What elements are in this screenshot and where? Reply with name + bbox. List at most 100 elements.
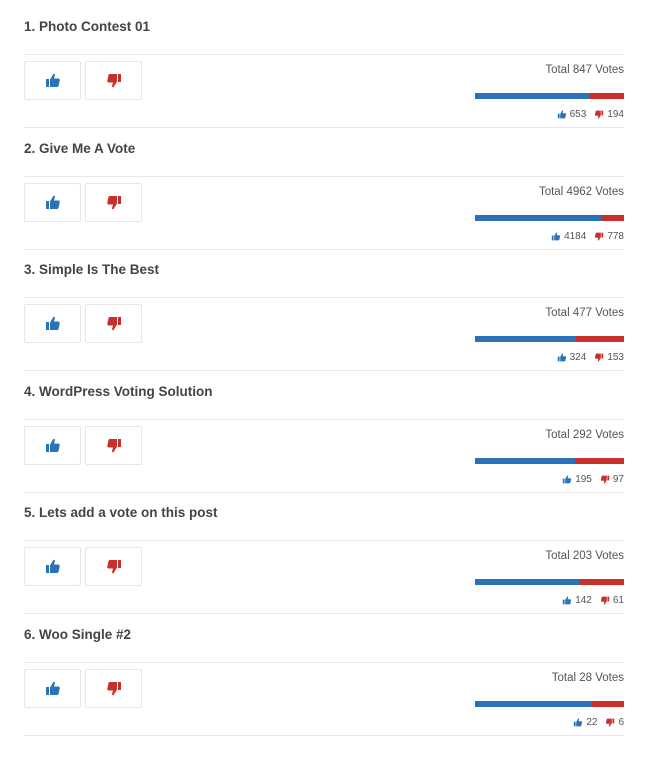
thumbs-up-icon (557, 110, 566, 119)
thumbs-up-icon (45, 438, 60, 452)
vote-counts: 142 61 (562, 595, 624, 606)
upvote-count-value: 653 (569, 109, 587, 120)
upvote-button[interactable] (24, 182, 81, 222)
upvote-button[interactable] (24, 61, 81, 100)
upvote-count: 142 (562, 595, 592, 606)
divider (24, 418, 624, 420)
upvote-count: 324 (557, 352, 586, 363)
upvote-bar-fill (475, 579, 580, 585)
thumbs-down-icon (600, 596, 610, 605)
downvote-bar-fill (574, 457, 624, 464)
downvote-button[interactable] (85, 61, 142, 100)
vote-item: 1. Photo Contest 01 Total 847 Votes 653 … (24, 0, 624, 128)
downvote-count: 153 (594, 352, 624, 363)
thumbs-up-icon (562, 474, 572, 483)
upvote-button[interactable] (24, 668, 81, 708)
downvote-button[interactable] (85, 425, 142, 465)
downvote-bar-fill (600, 214, 624, 221)
item-title[interactable]: 1. Photo Contest 01 (24, 19, 150, 34)
downvote-count-value: 778 (607, 230, 624, 242)
vote-counts: 653 194 (557, 109, 624, 120)
thumbs-up-icon (45, 316, 60, 330)
divider (24, 54, 624, 55)
total-votes: Total 477 Votes (545, 307, 624, 319)
vote-ratio-bar (475, 579, 624, 585)
downvote-count-value: 153 (607, 352, 624, 363)
downvote-count-value: 6 (618, 716, 624, 728)
total-votes: Total 292 Votes (545, 428, 624, 441)
item-title[interactable]: 3. Simple Is The Best (24, 262, 159, 277)
divider (24, 661, 624, 663)
item-title[interactable]: 4. WordPress Voting Solution (24, 384, 213, 399)
thumbs-up-icon (562, 596, 572, 605)
thumbs-down-icon (106, 317, 121, 331)
thumbs-up-icon (45, 195, 60, 209)
vote-ratio-bar (475, 700, 624, 707)
thumbs-down-icon (595, 110, 604, 119)
vote-ratio-bar (475, 457, 624, 464)
thumbs-down-icon (106, 681, 121, 695)
thumbs-down-icon (606, 718, 615, 727)
thumbs-down-icon (595, 353, 604, 362)
divider (24, 540, 624, 541)
upvote-count: 653 (557, 109, 587, 120)
thumbs-down-icon (106, 438, 121, 452)
vote-item: 4. WordPress Voting Solution Total 292 V… (24, 365, 624, 493)
upvote-count-value: 22 (586, 716, 598, 728)
thumbs-down-icon (106, 560, 121, 574)
downvote-button[interactable] (85, 304, 142, 343)
item-title[interactable]: 2. Give Me A Vote (24, 141, 135, 156)
vote-item: 6. Woo Single #2 Total 28 Votes 22 6 (24, 608, 624, 736)
divider (24, 175, 624, 177)
total-votes: Total 847 Votes (545, 64, 624, 76)
downvote-count: 778 (594, 231, 624, 242)
upvote-bar-fill (475, 700, 593, 707)
downvote-count-value: 61 (612, 595, 624, 606)
vote-counts: 22 6 (573, 717, 624, 728)
upvote-count: 22 (573, 717, 597, 728)
upvote-button[interactable] (24, 425, 81, 465)
vote-counts: 324 153 (557, 352, 624, 363)
divider (24, 297, 624, 298)
thumbs-down-icon (600, 475, 610, 484)
thumbs-up-icon (45, 559, 60, 573)
downvote-bar-fill (576, 336, 624, 342)
upvote-button[interactable] (24, 304, 81, 343)
item-title[interactable]: 5. Lets add a vote on this post (24, 505, 218, 520)
vote-counts: 4184 778 (551, 231, 624, 242)
thumbs-up-icon (557, 353, 566, 362)
vote-counts: 195 97 (562, 474, 624, 485)
vote-item: 3. Simple Is The Best Total 477 Votes 32… (24, 243, 624, 371)
downvote-button[interactable] (85, 547, 142, 586)
upvote-count-value: 142 (575, 595, 592, 606)
upvote-count: 195 (562, 474, 592, 485)
upvote-bar-fill (475, 336, 577, 342)
vote-item: 5. Lets add a vote on this post Total 20… (24, 486, 624, 614)
total-votes: Total 28 Votes (551, 671, 624, 684)
downvote-bar-fill (592, 700, 624, 707)
downvote-button[interactable] (85, 182, 142, 222)
downvote-count: 97 (600, 474, 624, 485)
upvote-bar-fill (475, 457, 575, 464)
downvote-bar-fill (579, 579, 624, 585)
upvote-count-value: 195 (575, 473, 592, 485)
item-title[interactable]: 6. Woo Single #2 (24, 627, 131, 642)
thumbs-up-icon (574, 717, 583, 726)
downvote-count-value: 194 (607, 109, 624, 120)
vote-ratio-bar (475, 336, 624, 342)
thumbs-up-icon (551, 231, 561, 240)
total-votes: Total 203 Votes (545, 550, 624, 562)
downvote-count-value: 97 (612, 473, 624, 485)
thumbs-up-icon (45, 681, 60, 695)
downvote-count: 194 (594, 109, 624, 120)
downvote-count: 61 (600, 595, 624, 606)
vote-ratio-bar (475, 214, 624, 221)
downvote-bar-fill (589, 93, 624, 99)
downvote-button[interactable] (85, 668, 142, 708)
upvote-button[interactable] (24, 547, 81, 586)
thumbs-down-icon (595, 232, 604, 241)
divider (24, 734, 624, 736)
vote-ratio-bar (475, 93, 624, 99)
downvote-count: 6 (605, 717, 624, 728)
upvote-count: 4184 (551, 231, 586, 242)
